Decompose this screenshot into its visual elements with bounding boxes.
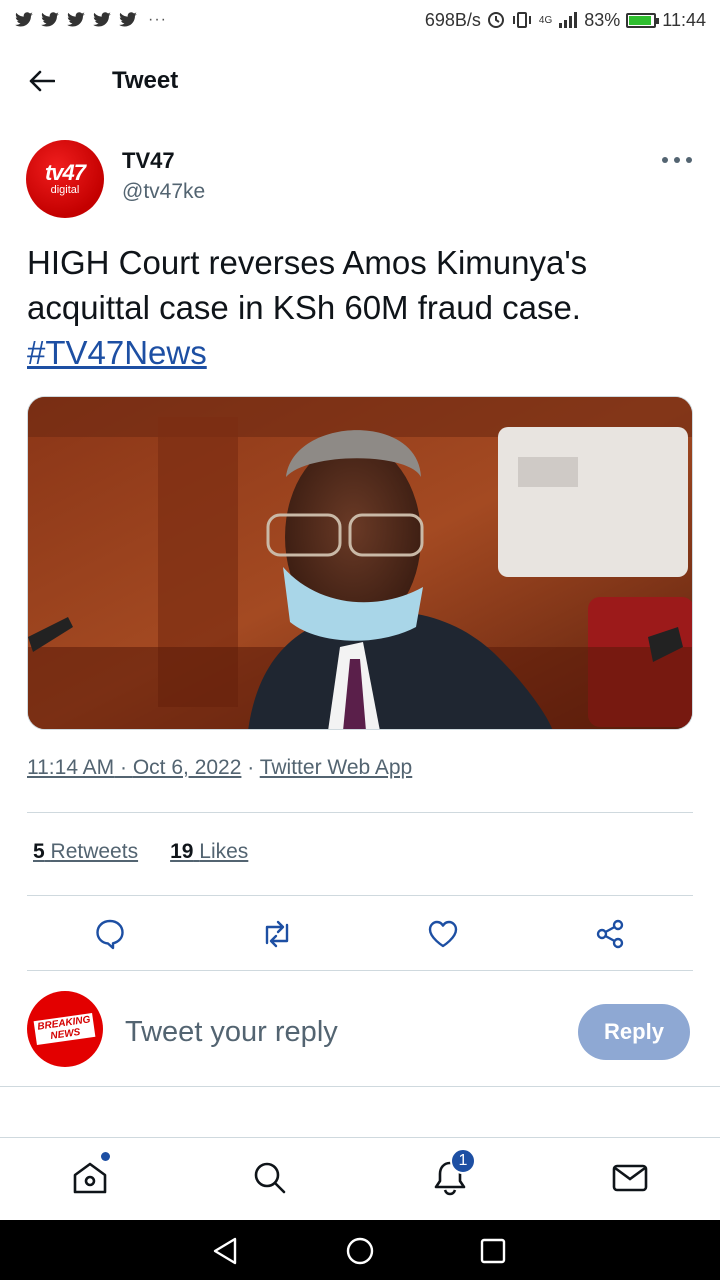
author-name[interactable]: TV47: [122, 148, 175, 174]
avatar-logo-subtext: digital: [50, 184, 80, 196]
tweet-time-link[interactable]: 11:14 AM · Oct 6, 2022: [27, 756, 241, 779]
retweet-button[interactable]: [259, 916, 295, 952]
twitter-icon: [119, 12, 137, 27]
tweet-image[interactable]: [27, 396, 693, 730]
divider: [27, 895, 693, 896]
notification-icons: ···: [14, 11, 167, 29]
status-bar: ··· 698B/s 4G 83% 11:44: [0, 0, 720, 40]
tweet-source-link[interactable]: Twitter Web App: [260, 756, 413, 779]
battery-percent: 83%: [584, 9, 621, 30]
vibrate-icon: [512, 12, 531, 28]
nav-notifications[interactable]: 1: [428, 1148, 476, 1200]
twitter-icon: [67, 12, 85, 27]
notifications-badge: 1: [450, 1148, 476, 1174]
clock: 11:44: [662, 9, 706, 30]
nav-search[interactable]: [248, 1156, 292, 1200]
divider: [27, 970, 693, 971]
tweet-stats: 5 Retweets 19 Likes: [33, 840, 248, 864]
battery-icon: [626, 12, 660, 28]
retweet-icon: [265, 920, 289, 948]
divider: [0, 1086, 720, 1087]
like-button[interactable]: [425, 916, 461, 952]
home-unread-dot: [101, 1152, 110, 1161]
data-saver-icon: [487, 12, 504, 28]
reply-input[interactable]: Tweet your reply: [125, 1012, 545, 1052]
avatar-logo-text: tv47: [44, 160, 86, 185]
photo-illustration: [28, 397, 692, 729]
hashtag-link[interactable]: #TV47News: [27, 334, 207, 371]
likes-link[interactable]: 19 Likes: [170, 840, 248, 864]
mail-icon: [612, 1164, 648, 1192]
user-avatar[interactable]: BREAKING NEWS: [27, 991, 103, 1067]
more-options-button[interactable]: [662, 150, 692, 170]
nav-home[interactable]: [68, 1152, 112, 1200]
search-icon: [254, 1162, 286, 1194]
overflow-notifications: ···: [148, 11, 167, 28]
more-icon: [662, 157, 668, 163]
share-button[interactable]: [592, 916, 628, 952]
square-recents-icon: [480, 1238, 506, 1264]
triangle-back-icon: [213, 1237, 237, 1265]
twitter-icon: [41, 12, 59, 27]
signal-icon: [559, 12, 578, 28]
network-type: 4G: [538, 14, 553, 26]
header: Tweet: [0, 50, 720, 112]
page-title: Tweet: [112, 67, 179, 94]
twitter-icon: [93, 12, 111, 27]
system-home-button[interactable]: [343, 1234, 377, 1268]
reply-action-button[interactable]: [92, 916, 128, 952]
share-icon: [596, 919, 624, 949]
back-button[interactable]: [22, 61, 62, 101]
network-speed: 698B/s: [424, 9, 481, 30]
retweets-link[interactable]: 5 Retweets: [33, 840, 138, 864]
home-icon: [73, 1162, 107, 1194]
status-right: 698B/s 4G 83% 11:44: [425, 10, 706, 31]
circle-home-icon: [346, 1237, 374, 1265]
bottom-nav: 1: [0, 1137, 720, 1220]
system-recents-button[interactable]: [476, 1234, 510, 1268]
arrow-left-icon: [29, 70, 55, 92]
comment-icon: [96, 919, 124, 950]
tweet-text: HIGH Court reverses Amos Kimunya's acqui…: [27, 240, 697, 375]
author-handle[interactable]: @tv47ke: [122, 180, 205, 204]
heart-icon: [428, 920, 458, 948]
divider: [27, 812, 693, 813]
twitter-icon: [15, 12, 33, 27]
tweet-meta: 11:14 AM · Oct 6, 2022 · Twitter Web App: [27, 756, 412, 780]
nav-messages[interactable]: [608, 1156, 652, 1200]
avatar-badge-text: BREAKING NEWS: [33, 1012, 97, 1046]
meta-separator: ·: [247, 756, 260, 779]
system-nav-bar: [0, 1220, 720, 1280]
system-back-button[interactable]: [208, 1234, 242, 1268]
tweet-actions: [27, 906, 693, 962]
tweet-body: HIGH Court reverses Amos Kimunya's acqui…: [27, 244, 588, 326]
reply-button[interactable]: Reply: [578, 1004, 690, 1060]
author-avatar[interactable]: tv47 digital: [26, 140, 104, 218]
tweet-author: tv47 digital TV47 @tv47ke: [26, 140, 696, 220]
